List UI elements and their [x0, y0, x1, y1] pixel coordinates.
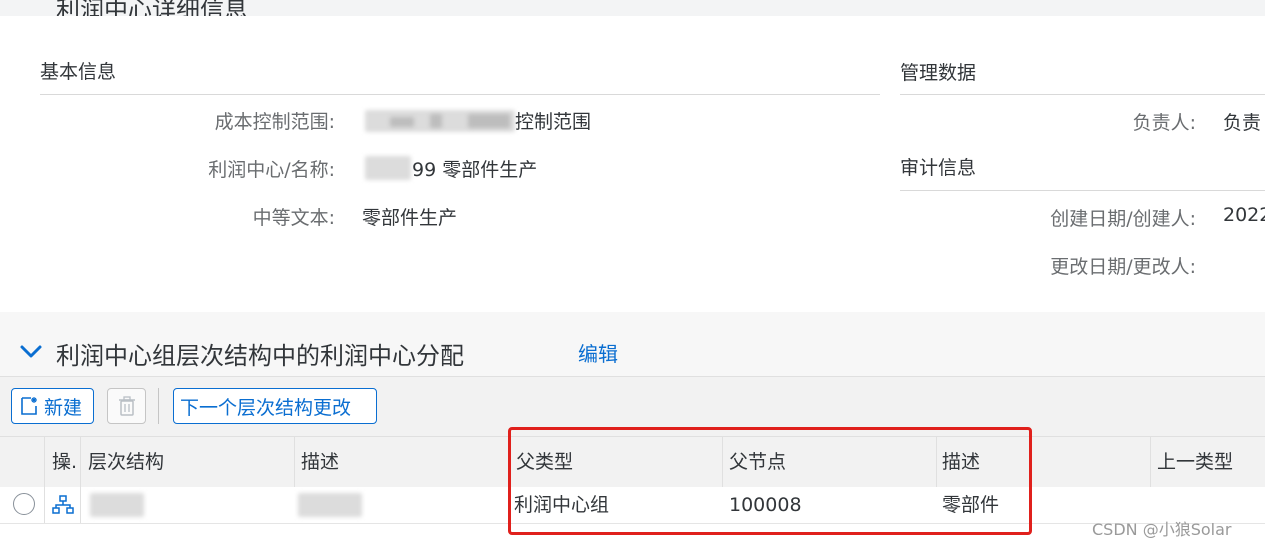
watermark: CSDN @小狼Solar [1092, 520, 1232, 539]
column-header-description[interactable]: 描述 [301, 437, 339, 487]
table-header: 操. 层次结构 描述 父类型 父节点 描述 上一类型 [0, 436, 1265, 488]
column-header-previous-type[interactable]: 上一类型 [1157, 437, 1233, 487]
delete-button[interactable] [107, 388, 146, 424]
page-title: 利润中心详细信息 [56, 0, 248, 16]
basic-info-title: 基本信息 [40, 61, 117, 83]
column-separator [80, 487, 81, 523]
column-header-hierarchy[interactable]: 层次结构 [88, 437, 164, 487]
assignment-title: 利润中心组层次结构中的利润中心分配 [56, 342, 464, 370]
column-separator [294, 437, 295, 487]
redacted-area-detail [430, 114, 442, 128]
column-header-parent-type[interactable]: 父类型 [516, 437, 573, 487]
row-select-radio[interactable] [13, 493, 35, 515]
column-separator [44, 487, 45, 523]
cell-parent-node: 100008 [729, 494, 802, 516]
column-separator [722, 437, 723, 487]
table-row-empty [0, 524, 1265, 546]
cell-parent-type: 利润中心组 [514, 494, 610, 516]
page-header: 利润中心详细信息 [0, 0, 1265, 16]
profit-center-name-label: 利润中心/名称: [208, 159, 335, 181]
redacted-area-detail [390, 117, 414, 127]
chevron-down-icon[interactable] [18, 338, 44, 364]
column-separator [80, 437, 81, 487]
audit-info-divider [900, 190, 1265, 191]
medium-text-label: 中等文本: [252, 207, 335, 229]
new-button-label: 新建 [44, 396, 83, 419]
changed-label: 更改日期/更改人: [1050, 256, 1196, 278]
column-separator [1150, 437, 1151, 487]
audit-info-title: 审计信息 [900, 157, 977, 179]
table-row[interactable]: 利润中心组 100008 零部件 [0, 487, 1265, 524]
redacted-area-detail [468, 114, 510, 128]
edit-link[interactable]: 编辑 [578, 338, 618, 367]
new-item-icon [18, 395, 40, 417]
redacted-profit-center-id [365, 156, 411, 180]
table-toolbar: 新建 下一个层次结构更改 [0, 376, 1265, 437]
owner-label: 负责人: [1132, 112, 1196, 134]
redacted-hierarchy [90, 493, 144, 517]
medium-text-value: 零部件生产 [362, 207, 458, 229]
cell-parent-description: 零部件 [942, 494, 1000, 516]
column-header-parent-node[interactable]: 父节点 [729, 437, 786, 487]
column-separator [508, 437, 509, 487]
next-hierarchy-change-label: 下一个层次结构更改 [180, 396, 352, 419]
column-header-action[interactable]: 操. [52, 437, 77, 487]
hierarchy-icon [52, 494, 74, 520]
redacted-description [298, 493, 362, 517]
next-hierarchy-change-button[interactable]: 下一个层次结构更改 [173, 388, 377, 424]
trash-icon [117, 395, 137, 417]
created-label: 创建日期/创建人: [1050, 208, 1196, 230]
created-value: 2022 [1223, 204, 1265, 226]
profit-center-name-value: 99 零部件生产 [412, 159, 538, 181]
owner-value: 负责 [1223, 112, 1262, 134]
cost-control-area-label: 成本控制范围: [214, 111, 335, 133]
new-button[interactable]: 新建 [11, 388, 94, 424]
toolbar-separator [158, 388, 159, 424]
column-header-parent-description[interactable]: 描述 [942, 437, 980, 487]
column-separator [936, 437, 937, 487]
mgmt-data-divider [900, 94, 1265, 95]
mgmt-data-title: 管理数据 [900, 62, 977, 84]
basic-info-divider [40, 94, 880, 95]
column-separator [44, 437, 45, 487]
cost-control-area-value: 控制范围 [515, 111, 592, 133]
